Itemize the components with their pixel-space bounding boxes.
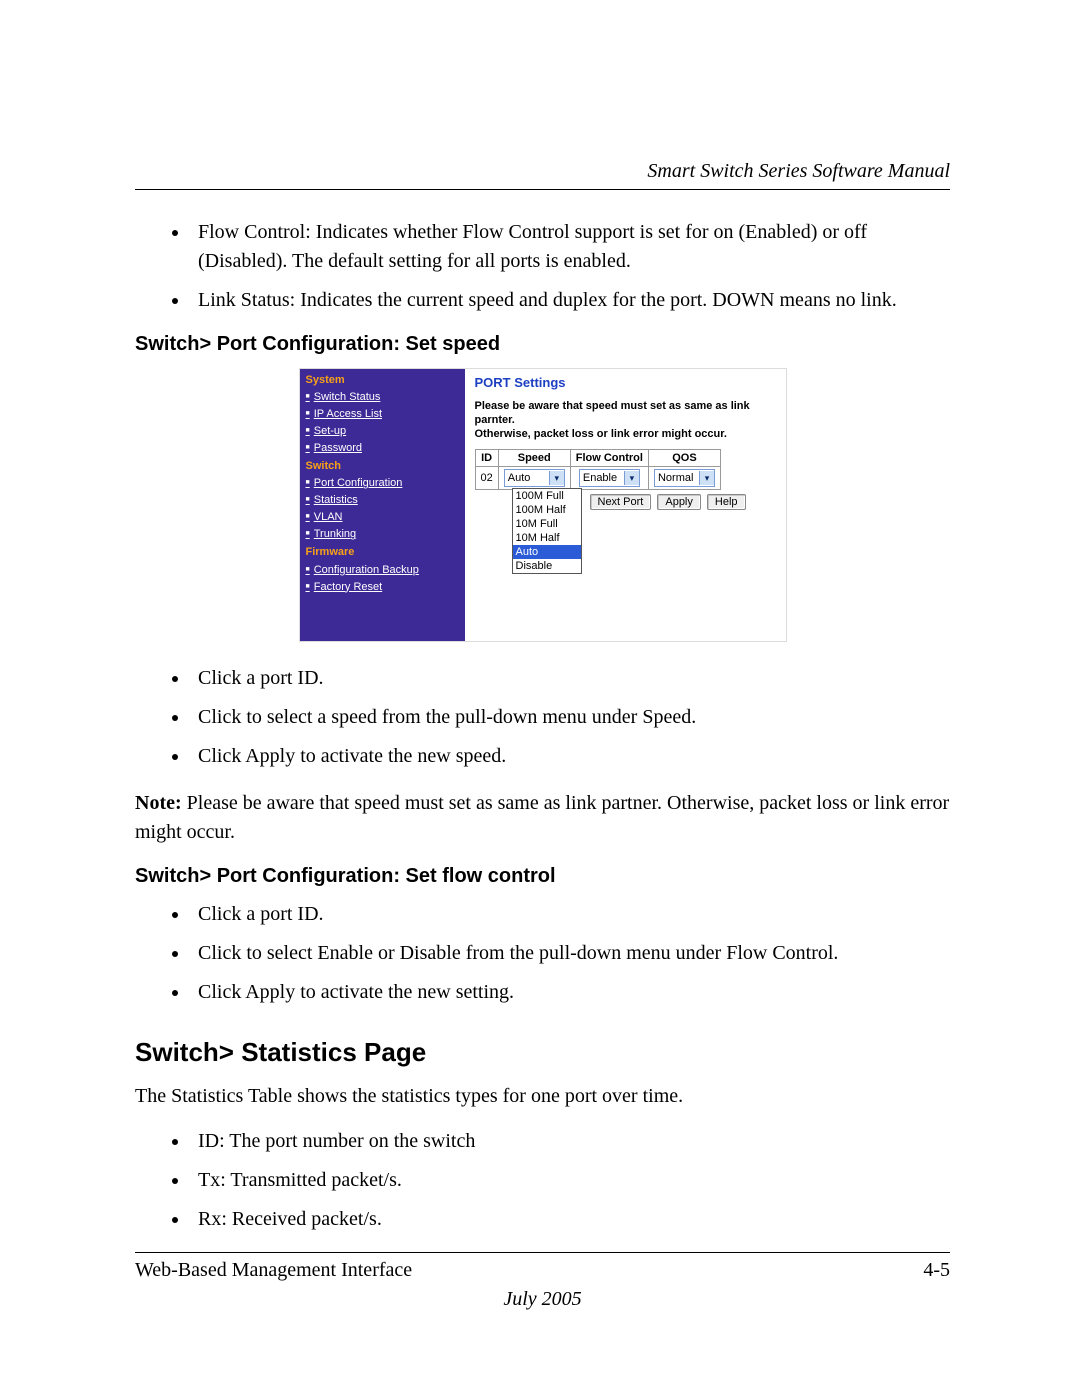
speed-select-value: Auto: [505, 472, 549, 484]
col-qos: QOS: [648, 450, 720, 467]
list-item: Click a port ID.: [190, 900, 950, 929]
section-set-speed-title: Switch> Port Configuration: Set speed: [135, 333, 950, 356]
col-speed: Speed: [498, 450, 570, 467]
sidebar-item-trunking[interactable]: Trunking: [306, 526, 459, 543]
statistics-intro: The Statistics Table shows the statistic…: [135, 1082, 950, 1111]
sidebar-item-vlan[interactable]: VLAN: [306, 509, 459, 526]
list-item: Click Apply to activate the new setting.: [190, 978, 950, 1007]
cell-speed: Auto ▾: [498, 467, 570, 490]
dropdown-option[interactable]: 100M Half: [513, 503, 581, 517]
list-item: Click to select a speed from the pull-do…: [190, 703, 950, 732]
sidebar-item-switch-status[interactable]: Switch Status: [306, 389, 459, 406]
footer-right: 4-5: [923, 1259, 950, 1282]
statistics-bullets: ID: The port number on the switch Tx: Tr…: [135, 1127, 950, 1234]
list-item: Click Apply to activate the new speed.: [190, 742, 950, 771]
sidebar-item-factory-reset[interactable]: Factory Reset: [306, 579, 459, 596]
screenshot-figure: System Switch Status IP Access List Set-…: [135, 368, 950, 642]
dropdown-option[interactable]: 10M Full: [513, 517, 581, 531]
sidebar-group-system: System: [306, 372, 459, 389]
note-paragraph: Note: Please be aware that speed must se…: [135, 789, 950, 847]
note-label: Note:: [135, 792, 182, 814]
screenshot: System Switch Status IP Access List Set-…: [299, 368, 787, 642]
cell-id[interactable]: 02: [475, 467, 498, 490]
flow-select-value: Enable: [580, 472, 624, 484]
sidebar-item-ip-access-list[interactable]: IP Access List: [306, 406, 459, 423]
flow-control-steps: Click a port ID. Click to select Enable …: [135, 900, 950, 1007]
list-item: Link Status: Indicates the current speed…: [190, 286, 950, 315]
dropdown-option-selected[interactable]: Auto: [513, 545, 581, 559]
list-item: Tx: Transmitted packet/s.: [190, 1166, 950, 1195]
note-body: Please be aware that speed must set as s…: [135, 792, 949, 843]
chevron-down-icon[interactable]: ▾: [699, 471, 714, 485]
sidebar-group-firmware: Firmware: [306, 544, 459, 561]
button-row: Next Port Apply Help: [590, 494, 746, 510]
sidebar-item-statistics[interactable]: Statistics: [306, 492, 459, 509]
dropdown-option[interactable]: 10M Half: [513, 531, 581, 545]
qos-select-value: Normal: [655, 472, 699, 484]
port-settings-title: PORT Settings: [475, 375, 776, 390]
page-header-title: Smart Switch Series Software Manual: [135, 160, 950, 183]
warning-line-1: Please be aware that speed must set as s…: [475, 400, 750, 426]
port-table: ID Speed Flow Control QOS 02 Auto ▾: [475, 449, 721, 490]
sidebar-item-set-up[interactable]: Set-up: [306, 423, 459, 440]
intro-bullets: Flow Control: Indicates whether Flow Con…: [135, 218, 950, 315]
warning-line-2: Otherwise, packet loss or link error mig…: [475, 428, 727, 440]
list-item: ID: The port number on the switch: [190, 1127, 950, 1156]
footer-row: Web-Based Management Interface 4-5: [135, 1259, 950, 1282]
qos-select[interactable]: Normal ▾: [654, 469, 715, 487]
manual-page: Smart Switch Series Software Manual Flow…: [0, 0, 1080, 1391]
sidebar-item-port-configuration[interactable]: Port Configuration: [306, 475, 459, 492]
footer-rule: [135, 1252, 950, 1253]
cell-flow: Enable ▾: [570, 467, 648, 490]
chevron-down-icon[interactable]: ▾: [624, 471, 639, 485]
footer-left: Web-Based Management Interface: [135, 1259, 412, 1282]
chevron-down-icon[interactable]: ▾: [549, 471, 564, 485]
list-item: Click to select Enable or Disable from t…: [190, 939, 950, 968]
help-button[interactable]: Help: [707, 494, 746, 510]
header-rule: [135, 189, 950, 190]
apply-button[interactable]: Apply: [657, 494, 701, 510]
sidebar-group-switch: Switch: [306, 458, 459, 475]
sidebar-item-config-backup[interactable]: Configuration Backup: [306, 562, 459, 579]
set-speed-steps: Click a port ID. Click to select a speed…: [135, 664, 950, 771]
list-item: Rx: Received packet/s.: [190, 1205, 950, 1234]
col-id: ID: [475, 450, 498, 467]
speed-select[interactable]: Auto ▾: [504, 469, 565, 487]
list-item: Click a port ID.: [190, 664, 950, 693]
warning-text: Please be aware that speed must set as s…: [475, 400, 776, 441]
screenshot-sidebar: System Switch Status IP Access List Set-…: [300, 369, 465, 641]
list-item: Flow Control: Indicates whether Flow Con…: [190, 218, 950, 276]
screenshot-main: PORT Settings Please be aware that speed…: [465, 369, 786, 641]
footer-date: July 2005: [135, 1288, 950, 1311]
sidebar-item-password[interactable]: Password: [306, 440, 459, 457]
speed-dropdown[interactable]: 100M Full 100M Half 10M Full 10M Half Au…: [512, 488, 582, 574]
dropdown-option[interactable]: 100M Full: [513, 489, 581, 503]
next-port-button[interactable]: Next Port: [590, 494, 652, 510]
dropdown-option[interactable]: Disable: [513, 559, 581, 573]
col-flow: Flow Control: [570, 450, 648, 467]
statistics-page-heading: Switch> Statistics Page: [135, 1037, 950, 1068]
table-row: 02 Auto ▾ Enable ▾: [475, 467, 720, 490]
cell-qos: Normal ▾: [648, 467, 720, 490]
section-flow-control-title: Switch> Port Configuration: Set flow con…: [135, 865, 950, 888]
flow-select[interactable]: Enable ▾: [579, 469, 640, 487]
